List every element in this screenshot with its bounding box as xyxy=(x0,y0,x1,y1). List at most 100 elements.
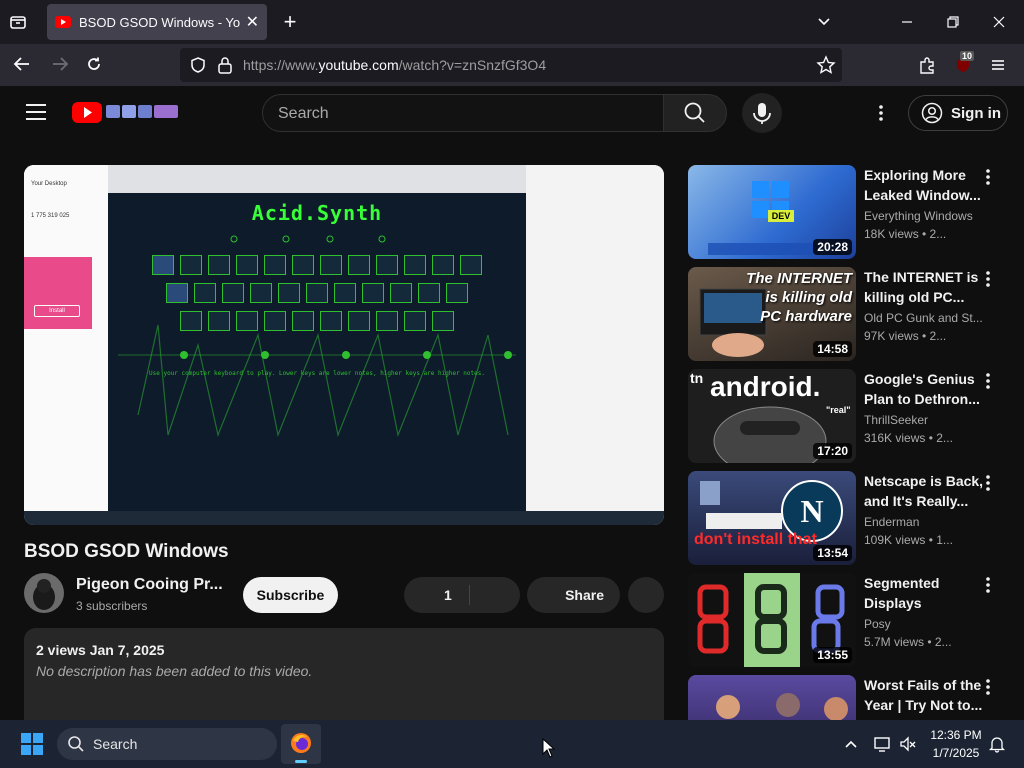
synth-key xyxy=(404,255,426,275)
video-title-link[interactable]: Worst Fails of the Year | Try Not to... xyxy=(864,675,984,715)
url-path: /watch?v=znSnzfGf3O4 xyxy=(398,57,547,73)
search-placeholder: Search xyxy=(278,105,329,122)
guide-menu-icon[interactable] xyxy=(24,102,48,122)
like-divider xyxy=(469,585,470,605)
app-menu-icon[interactable] xyxy=(988,55,1012,75)
video-thumbnail[interactable]: 13:55 xyxy=(688,573,856,667)
back-arrow-icon[interactable] xyxy=(12,54,36,74)
video-channel-name[interactable]: ThrillSeeker xyxy=(864,413,984,427)
video-kebab-menu-icon[interactable] xyxy=(980,575,996,595)
thumbnail-caption: don't install that xyxy=(694,531,817,548)
video-kebab-menu-icon[interactable] xyxy=(980,269,996,289)
video-title-link[interactable]: Netscape is Back, and It's Really... xyxy=(864,471,984,511)
video-title-link[interactable]: Exploring More Leaked Window... xyxy=(864,165,984,205)
sign-in-label: Sign in xyxy=(951,104,1001,122)
list-tabs-chevron-icon[interactable] xyxy=(814,12,838,32)
new-tab-button[interactable]: + xyxy=(278,11,302,33)
close-window-icon[interactable] xyxy=(989,12,1013,32)
like-count: 1 xyxy=(444,587,452,603)
video-kebab-menu-icon[interactable] xyxy=(980,167,996,187)
synth-key xyxy=(180,311,202,331)
video-channel-name[interactable]: Enderman xyxy=(864,515,984,529)
recommended-video[interactable]: N don't install that 13:54 Netscape is B… xyxy=(688,471,1008,565)
notification-bell-icon[interactable] xyxy=(988,735,1006,753)
settings-kebab-icon[interactable] xyxy=(871,103,891,123)
video-kebab-menu-icon[interactable] xyxy=(980,473,996,493)
desktop-panel-value: 1 775 319 025 xyxy=(31,213,70,219)
recommended-video[interactable]: DEV 20:28 Exploring More Leaked Window..… xyxy=(688,165,1008,259)
lock-icon[interactable] xyxy=(216,55,234,75)
video-thumbnail[interactable]: The INTERNET is killing old PC hardware … xyxy=(688,267,856,361)
video-title-link[interactable]: Segmented Displays xyxy=(864,573,984,613)
windows-start-icon[interactable] xyxy=(20,732,44,756)
svg-text:DEV: DEV xyxy=(772,211,791,221)
video-player[interactable]: Your Desktop 1 775 319 025 Install Acid.… xyxy=(24,165,664,525)
recommended-video[interactable]: The INTERNET is killing old PC hardware … xyxy=(688,267,1008,361)
recommended-video[interactable]: Worst Fails of the Year | Try Not to... xyxy=(688,675,1008,720)
synth-key xyxy=(418,283,440,303)
video-meta: 18K views • 2... xyxy=(864,227,947,241)
volume-muted-icon[interactable] xyxy=(899,735,917,753)
taskbar-search-box[interactable]: Search xyxy=(57,728,277,760)
tab-overview-icon[interactable] xyxy=(8,12,32,32)
taskbar-firefox-icon[interactable] xyxy=(281,724,321,764)
restore-icon[interactable] xyxy=(943,12,967,32)
mouse-cursor-icon xyxy=(542,738,556,758)
subscribe-button[interactable]: Subscribe xyxy=(243,577,338,613)
show-hidden-icons-chevron-icon[interactable] xyxy=(843,736,859,752)
synth-key xyxy=(152,255,174,275)
video-duration: 14:58 xyxy=(813,341,852,357)
video-title-link[interactable]: The INTERNET is killing old PC... xyxy=(864,267,984,307)
synth-key xyxy=(320,311,342,331)
url-text[interactable]: https://www.youtube.com/watch?v=znSnzfGf… xyxy=(243,57,546,73)
recommended-video[interactable]: 13:55 Segmented Displays Posy 5.7M views… xyxy=(688,573,1008,667)
minimize-icon[interactable] xyxy=(897,12,921,32)
video-channel-name[interactable]: Old PC Gunk and St... xyxy=(864,311,984,325)
extensions-puzzle-icon[interactable] xyxy=(917,55,941,75)
video-title-link[interactable]: Google's Genius Plan to Dethron... xyxy=(864,369,984,409)
video-thumbnail[interactable] xyxy=(688,675,856,720)
recommended-video[interactable]: tn android. "real" 17:20 Google's Genius… xyxy=(688,369,1008,463)
taskbar-clock-time[interactable]: 12:36 PM xyxy=(926,728,986,742)
thumbnail-caption-line: PC hardware xyxy=(760,308,852,325)
share-button[interactable]: Share xyxy=(527,577,620,613)
reload-icon[interactable] xyxy=(84,54,108,74)
bookmark-star-icon[interactable] xyxy=(816,55,836,75)
video-frame-taskbar xyxy=(24,511,664,525)
video-meta: 109K views • 1... xyxy=(864,533,953,547)
youtube-logo[interactable] xyxy=(72,100,180,124)
video-channel-name[interactable]: Everything Windows xyxy=(864,209,984,223)
video-channel-name[interactable]: Posy xyxy=(864,617,984,631)
voice-search-mic-icon[interactable] xyxy=(742,93,782,133)
more-actions-button[interactable] xyxy=(628,577,664,613)
synth-key xyxy=(278,283,300,303)
forward-arrow-icon[interactable] xyxy=(50,54,74,74)
video-kebab-menu-icon[interactable] xyxy=(980,677,996,697)
synth-key xyxy=(334,283,356,303)
video-kebab-menu-icon[interactable] xyxy=(980,371,996,391)
video-thumbnail[interactable]: tn android. "real" 17:20 xyxy=(688,369,856,463)
youtube-favicon-icon xyxy=(55,16,71,28)
tracking-shield-icon[interactable] xyxy=(188,55,208,75)
sign-in-button[interactable]: Sign in xyxy=(908,95,1008,131)
channel-name-link[interactable]: Pigeon Cooing Pr... xyxy=(76,576,223,594)
like-dislike-button[interactable]: 1 xyxy=(404,577,520,613)
taskbar-clock-date[interactable]: 1/7/2025 xyxy=(926,746,986,760)
synth-key xyxy=(208,255,230,275)
tab-close-icon[interactable]: ✕ xyxy=(246,12,259,32)
search-button[interactable] xyxy=(663,94,727,132)
synth-key xyxy=(460,255,482,275)
video-meta: 97K views • 2... xyxy=(864,329,947,343)
network-icon[interactable] xyxy=(873,735,891,753)
tab-youtube[interactable]: BSOD GSOD Windows - YouTube ✕ xyxy=(47,4,267,40)
channel-avatar[interactable] xyxy=(24,573,64,613)
synth-key xyxy=(432,255,454,275)
synth-key xyxy=(376,311,398,331)
search-input[interactable]: Search xyxy=(262,94,664,132)
description-box[interactable]: 2 views Jan 7, 2025 No description has b… xyxy=(24,628,664,720)
synth-key xyxy=(404,311,426,331)
browser-tab-bar: BSOD GSOD Windows - YouTube ✕ + xyxy=(0,0,1024,44)
video-thumbnail[interactable]: N don't install that 13:54 xyxy=(688,471,856,565)
video-thumbnail[interactable]: DEV 20:28 xyxy=(688,165,856,259)
svg-text:tn: tn xyxy=(690,370,703,386)
